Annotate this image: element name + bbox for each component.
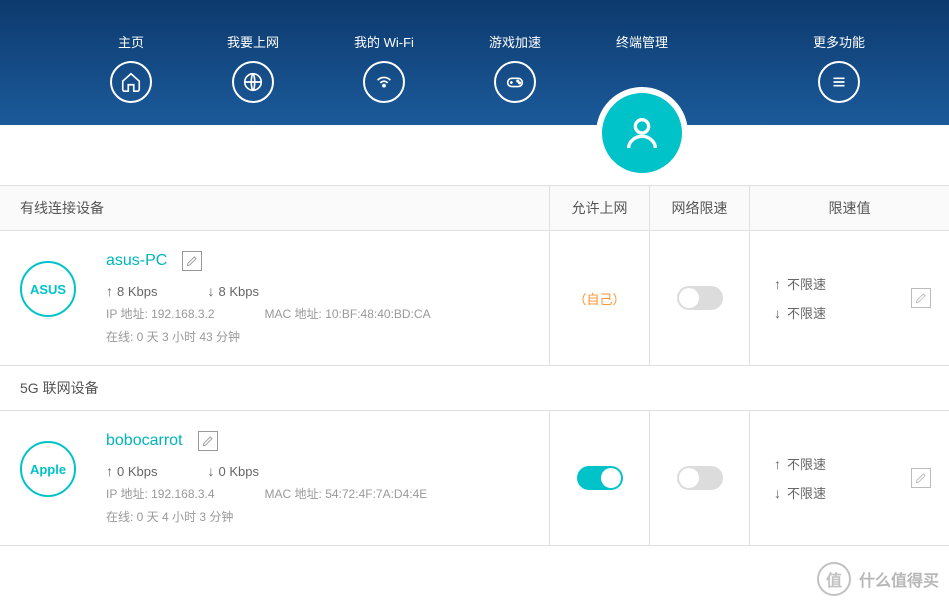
col-devices: 有线连接设备 bbox=[0, 186, 549, 230]
edit-name-icon[interactable] bbox=[182, 251, 202, 271]
nav-terminal[interactable]: 终端管理 bbox=[616, 32, 668, 61]
limitval-cell: ↑不限速 ↓不限速 bbox=[749, 411, 949, 545]
limitval-cell: ↑不限速 ↓不限速 bbox=[749, 231, 949, 365]
limit-toggle[interactable] bbox=[677, 466, 723, 490]
watermark: 值 什么值得买 bbox=[817, 562, 939, 596]
device-badge: Apple bbox=[20, 441, 76, 497]
limit-cell bbox=[649, 411, 749, 545]
nav-more[interactable]: 更多功能 bbox=[813, 32, 865, 103]
allow-cell bbox=[549, 411, 649, 545]
wired-section-header: 有线连接设备 允许上网 网络限速 限速值 bbox=[0, 185, 949, 231]
content-area: 有线连接设备 允许上网 网络限速 限速值 ASUS asus-PC ↑8 Kbp… bbox=[0, 125, 949, 546]
limit-toggle[interactable] bbox=[677, 286, 723, 310]
col-allow: 允许上网 bbox=[549, 186, 649, 230]
limit-down: ↓不限速 bbox=[774, 303, 826, 322]
device-online: 在线: 0 天 3 小时 43 分钟 bbox=[106, 328, 529, 345]
limit-down: ↓不限速 bbox=[774, 483, 826, 502]
upload-speed: ↑8 Kbps bbox=[106, 283, 157, 299]
col-limit: 网络限速 bbox=[649, 186, 749, 230]
nav-internet[interactable]: 我要上网 bbox=[227, 32, 279, 103]
allow-cell: （自己） bbox=[549, 231, 649, 365]
watermark-icon: 值 bbox=[817, 562, 851, 596]
device-row: ASUS asus-PC ↑8 Kbps ↓8 Kbps IP 地址: 192.… bbox=[0, 231, 949, 366]
allow-toggle[interactable] bbox=[577, 466, 623, 490]
menu-icon bbox=[818, 61, 860, 103]
wifi-icon bbox=[363, 61, 405, 103]
col-limitval: 限速值 bbox=[749, 186, 949, 230]
device-ip: IP 地址: 192.168.3.2 bbox=[106, 305, 215, 322]
user-icon bbox=[596, 87, 688, 179]
gamepad-icon bbox=[494, 61, 536, 103]
device-mac: MAC 地址: 54:72:4F:7A:D4:4E bbox=[265, 485, 428, 502]
download-speed: ↓8 Kbps bbox=[207, 283, 258, 299]
limit-up: ↑不限速 bbox=[774, 274, 826, 293]
globe-icon bbox=[232, 61, 274, 103]
top-nav: 主页 我要上网 我的 Wi-Fi 游戏加速 终端管理 更多功能 bbox=[0, 0, 949, 125]
device-row: Apple bobocarrot ↑0 Kbps ↓0 Kbps IP 地址: … bbox=[0, 411, 949, 546]
device-name: asus-PC bbox=[106, 252, 167, 270]
edit-limit-icon[interactable] bbox=[911, 468, 931, 488]
nav-game[interactable]: 游戏加速 bbox=[489, 32, 541, 103]
self-label: （自己） bbox=[573, 289, 625, 308]
device-mac: MAC 地址: 10:BF:48:40:BD:CA bbox=[265, 305, 431, 322]
nav-home[interactable]: 主页 bbox=[110, 32, 152, 103]
device-ip: IP 地址: 192.168.3.4 bbox=[106, 485, 215, 502]
device-name: bobocarrot bbox=[106, 432, 183, 450]
nav-wifi[interactable]: 我的 Wi-Fi bbox=[354, 32, 414, 103]
limit-cell bbox=[649, 231, 749, 365]
edit-limit-icon[interactable] bbox=[911, 288, 931, 308]
5g-section-header: 5G 联网设备 bbox=[0, 366, 949, 411]
device-badge: ASUS bbox=[20, 261, 76, 317]
limit-up: ↑不限速 bbox=[774, 454, 826, 473]
edit-name-icon[interactable] bbox=[198, 431, 218, 451]
upload-speed: ↑0 Kbps bbox=[106, 463, 157, 479]
watermark-text: 什么值得买 bbox=[859, 567, 939, 591]
home-icon bbox=[110, 61, 152, 103]
download-speed: ↓0 Kbps bbox=[207, 463, 258, 479]
device-online: 在线: 0 天 4 小时 3 分钟 bbox=[106, 508, 529, 525]
